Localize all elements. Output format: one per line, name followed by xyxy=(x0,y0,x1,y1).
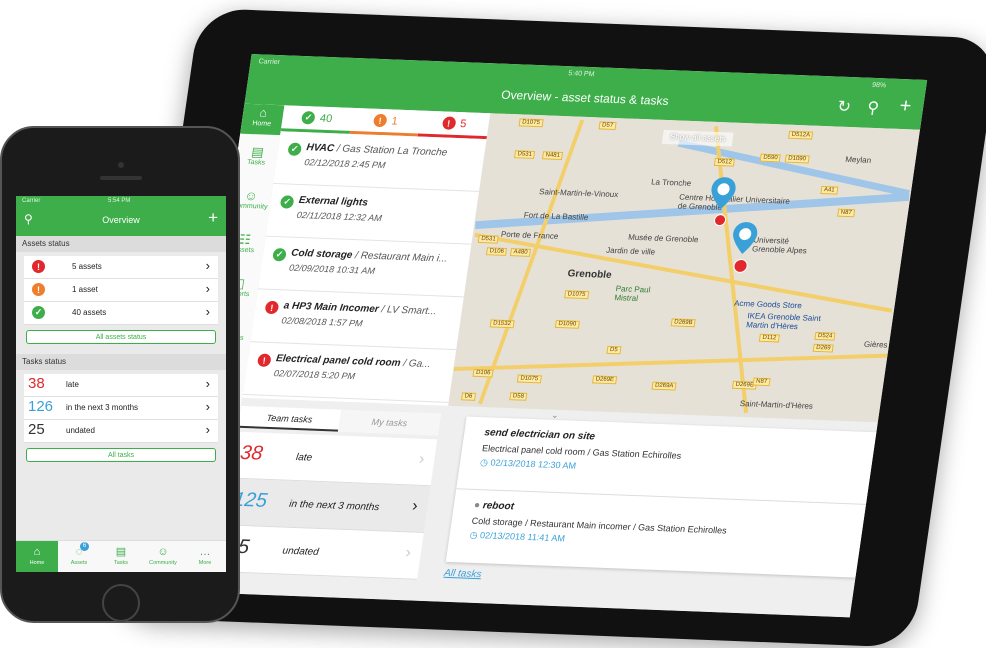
check-icon: ✓ xyxy=(272,248,287,262)
section-assets-status: Assets status xyxy=(16,236,226,252)
all-tasks-link[interactable]: All tasks xyxy=(443,568,482,580)
sidebar-item-tasks[interactable]: ▤ Tasks xyxy=(236,144,279,167)
tab-my-tasks[interactable]: My tasks xyxy=(337,409,441,436)
task-status-row[interactable]: 38 late › xyxy=(24,374,218,397)
battery-label: 98% xyxy=(871,81,887,90)
asset-row[interactable]: ! 1 asset › xyxy=(24,279,218,302)
tab-tasks[interactable]: ▤ Tasks xyxy=(100,541,142,572)
chevron-right-icon: › xyxy=(205,376,210,391)
check-icon: ✓ xyxy=(279,195,295,209)
alert-icon: ! xyxy=(32,260,45,273)
tab-team-tasks[interactable]: Team tasks xyxy=(237,405,342,432)
tablet-screen: Carrier 5:40 PM 98% Overview - asset sta… xyxy=(174,54,928,618)
asset-row[interactable]: ! 5 assets › xyxy=(24,256,218,279)
community-icon: ☺ xyxy=(157,546,169,558)
tasks-panel: ⌄ Team tasks My tasks 38 late › 125 in t… xyxy=(214,397,878,618)
tasks-icon: ▤ xyxy=(250,144,265,160)
count-tab-alert[interactable]: ! 5 xyxy=(417,110,491,140)
refresh-icon[interactable]: ↻ xyxy=(836,97,852,117)
alert-icon: ! xyxy=(256,353,272,367)
list-item[interactable]: ✓ Cold storage / Restaurant Main i... 02… xyxy=(257,236,472,298)
warning-icon: ! xyxy=(32,283,45,296)
chevron-right-icon: › xyxy=(205,304,210,319)
chevron-right-icon: › xyxy=(205,422,210,437)
chevron-right-icon: › xyxy=(417,450,426,468)
chevron-right-icon: › xyxy=(205,281,210,296)
map-pin-icon[interactable] xyxy=(708,176,739,211)
sidebar-item-home[interactable]: ⌂ Home xyxy=(240,103,285,136)
check-icon: ✓ xyxy=(301,111,316,125)
asset-alert-marker[interactable] xyxy=(732,258,749,274)
count-tab-ok[interactable]: ✓ 40 xyxy=(280,105,354,134)
carrier-label: Carrier xyxy=(258,58,281,67)
tab-community[interactable]: ☺ Community xyxy=(142,541,184,572)
phone-header: Carrier 5:54 PM ⚲ Overview + xyxy=(16,196,226,236)
tab-home[interactable]: ⌂ Home xyxy=(16,541,58,572)
warning-icon: ! xyxy=(372,113,388,128)
chevron-right-icon: › xyxy=(205,258,210,273)
tab-assets[interactable]: ◌ 6 Assets xyxy=(58,541,100,572)
assets-icon: ◌ xyxy=(75,546,83,558)
task-stat-undated[interactable]: 25 undated › xyxy=(217,525,424,580)
home-icon: ⌂ xyxy=(33,546,41,558)
phone-device: Carrier 5:54 PM ⚲ Overview + Assets stat… xyxy=(0,126,240,623)
page-title: Overview xyxy=(102,215,140,225)
speaker xyxy=(100,176,142,180)
phone-screen: Carrier 5:54 PM ⚲ Overview + Assets stat… xyxy=(16,196,226,572)
map-view[interactable]: Show all assets Meylan La Tronche Saint-… xyxy=(448,113,920,423)
home-button[interactable] xyxy=(102,584,140,622)
section-tasks-status: Tasks status xyxy=(16,354,226,370)
task-status-row[interactable]: 126 in the next 3 months › xyxy=(24,397,218,420)
chevron-right-icon: › xyxy=(205,399,210,414)
list-item[interactable]: ✓ External lights 02/11/2018 12:32 AM xyxy=(265,183,479,245)
tablet-device: Carrier 5:40 PM 98% Overview - asset sta… xyxy=(112,8,986,648)
task-status-row[interactable]: 25 undated › xyxy=(24,420,218,443)
clock: 5:40 PM xyxy=(567,70,595,79)
task-list: ✓ HVAC / Gas Station La Tronche 02/12/20… xyxy=(242,131,487,406)
show-all-assets-button[interactable]: Show all assets xyxy=(661,129,734,147)
task-stat-late[interactable]: 38 late › xyxy=(230,431,438,487)
list-item[interactable]: ✓ HVAC / Gas Station La Tronche 02/12/20… xyxy=(273,131,487,192)
list-item[interactable]: ! a HP3 Main Incomer / LV Smart... 02/08… xyxy=(250,289,464,351)
tasks-icon: ▤ xyxy=(115,546,127,558)
more-icon: … xyxy=(199,546,211,558)
phone-tab-bar: ⌂ Home ◌ 6 Assets ▤ Tasks ☺ Community … More xyxy=(16,540,226,572)
home-icon: ⌂ xyxy=(258,105,268,120)
check-icon: ✓ xyxy=(287,142,303,156)
tab-more[interactable]: … More xyxy=(184,541,226,572)
map-pin-icon[interactable] xyxy=(729,221,760,256)
all-assets-status-button[interactable]: All assets status xyxy=(26,330,216,344)
notification-badge: 6 xyxy=(80,542,89,551)
chevron-right-icon: › xyxy=(404,544,413,562)
sidebar-item-label: Home xyxy=(251,120,272,128)
road xyxy=(478,119,585,405)
task-stat-upcoming[interactable]: 125 in the next 3 months › xyxy=(223,478,431,533)
road xyxy=(453,353,888,372)
task-cards: send electrician on site Electrical pane… xyxy=(445,416,877,578)
chevron-right-icon: › xyxy=(411,497,419,515)
plus-icon[interactable]: + xyxy=(208,208,218,228)
task-card[interactable]: ● reboot Cold storage / Restaurant Main … xyxy=(446,489,866,576)
count-tab-warning[interactable]: ! 1 xyxy=(349,107,422,137)
list-item[interactable]: ! Electrical panel cold room / Ga... 02/… xyxy=(242,342,457,403)
asset-row[interactable]: ✓ 40 assets › xyxy=(24,302,218,325)
alert-icon: ! xyxy=(264,300,280,315)
camera xyxy=(118,162,124,168)
check-icon: ✓ xyxy=(32,306,45,319)
task-tabs: Team tasks My tasks xyxy=(237,405,441,436)
alert-icon: ! xyxy=(441,116,457,130)
all-tasks-button[interactable]: All tasks xyxy=(26,448,216,462)
